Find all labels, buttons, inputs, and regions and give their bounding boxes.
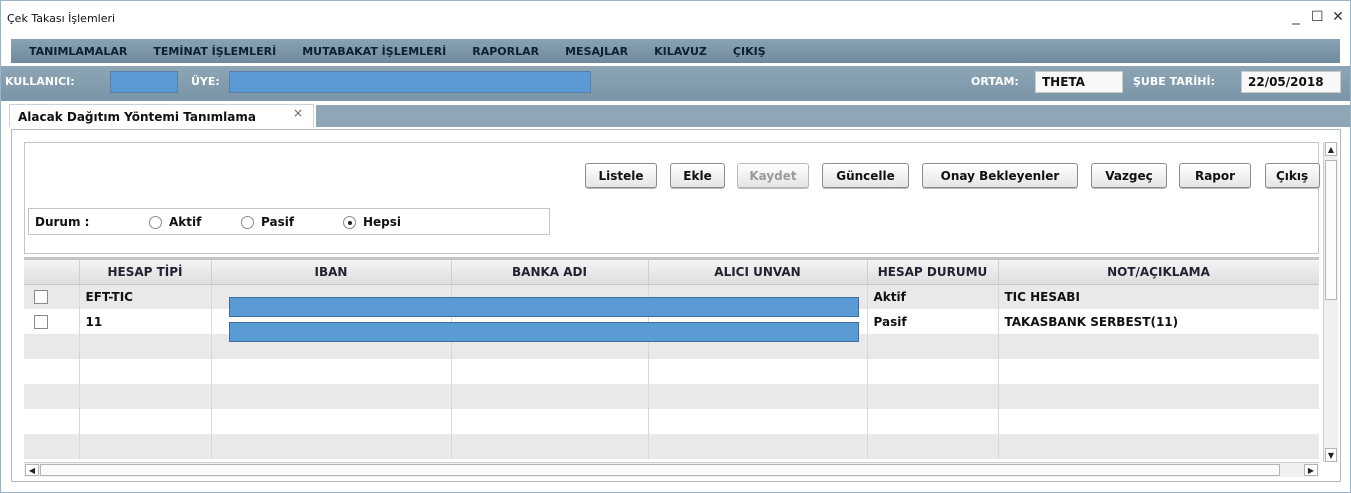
row-checkbox[interactable] — [34, 290, 48, 304]
horizontal-scrollbar[interactable]: ◀ ▶ — [24, 462, 1319, 477]
status-filter: Durum : Aktif Pasif Hepsi — [28, 208, 550, 235]
add-button[interactable]: Ekle — [670, 163, 725, 188]
cell-hesap-tipi: EFT-TIC — [79, 284, 212, 309]
menu-teminat-islemleri[interactable]: TEMİNAT İŞLEMLERİ — [153, 45, 276, 58]
branch-date-label: ŞUBE TARİHİ: — [1133, 75, 1216, 88]
env-label: ORTAM: — [971, 75, 1019, 88]
menu-mutabakat-islemleri[interactable]: MUTABAKAT İŞLEMLERİ — [302, 45, 446, 58]
menu-tanimlamalar[interactable]: TANIMLAMALAR — [29, 45, 127, 58]
save-button[interactable]: Kaydet — [737, 163, 809, 188]
cell-not: TAKASBANK SERBEST(11) — [998, 309, 1319, 334]
pending-approvals-button[interactable]: Onay Bekleyenler — [922, 163, 1078, 188]
col-header-iban[interactable]: IBAN — [211, 260, 452, 285]
radio-label: Pasif — [261, 215, 295, 229]
member-field — [229, 71, 591, 93]
scroll-right-icon[interactable]: ▶ — [1304, 464, 1318, 476]
col-header-banka-adi[interactable]: BANKA ADI — [451, 260, 649, 285]
title-bar: Çek Takası İşlemleri _ ☐ ✕ — [1, 1, 1350, 35]
radio-pasif[interactable]: Pasif — [241, 215, 294, 229]
menu-kilavuz[interactable]: KILAVUZ — [654, 45, 707, 58]
col-header-not-aciklama[interactable]: NOT/AÇIKLAMA — [998, 260, 1319, 285]
status-filter-label: Durum : — [35, 215, 90, 229]
tab-label: Alacak Dağıtım Yöntemi Tanımlama — [18, 110, 256, 124]
cell-hesap-durumu: Pasif — [867, 309, 999, 334]
report-button[interactable]: Rapor — [1179, 163, 1251, 188]
radio-circle[interactable] — [241, 215, 254, 229]
user-label: KULLANICI: — [5, 75, 75, 88]
env-field: THETA — [1035, 71, 1123, 93]
scroll-up-icon[interactable]: ▲ — [1325, 142, 1337, 156]
user-info-bar: KULLANICI: ÜYE: ORTAM: THETA ŞUBE TARİHİ… — [1, 66, 1350, 98]
branch-date-field: 22/05/2018 — [1241, 71, 1341, 93]
tab-strip: Alacak Dağıtım Yöntemi Tanımlama × — [1, 98, 1350, 127]
tab-alacak-dagitim[interactable]: Alacak Dağıtım Yöntemi Tanımlama × — [9, 104, 314, 127]
radio-aktif[interactable]: Aktif — [149, 215, 201, 229]
grid-header-row: HESAP TİPİ IBAN BANKA ADI ALICI UNVAN HE… — [24, 260, 1319, 285]
tab-close-icon[interactable]: × — [293, 106, 303, 120]
vertical-scrollbar[interactable]: ▲ ▼ — [1323, 142, 1338, 462]
menu-mesajlar[interactable]: MESAJLAR — [565, 45, 628, 58]
form-panel: Listele Ekle Kaydet Güncelle Onay Bekley… — [24, 142, 1320, 254]
col-header-hesap-durumu[interactable]: HESAP DURUMU — [867, 260, 999, 285]
cell-not: TIC HESABI — [998, 284, 1319, 309]
row-checkbox[interactable] — [34, 314, 48, 329]
iban-redacted-block — [229, 297, 859, 317]
scroll-down-icon[interactable]: ▼ — [1325, 448, 1337, 462]
window-controls: _ ☐ ✕ — [1290, 10, 1344, 24]
user-field — [110, 71, 178, 93]
radio-circle[interactable] — [149, 215, 162, 229]
horizontal-scroll-thumb[interactable] — [40, 464, 1280, 476]
radio-label: Aktif — [169, 215, 202, 229]
table-row-empty — [24, 409, 1319, 434]
member-label: ÜYE: — [191, 75, 220, 88]
table-row-empty — [24, 384, 1319, 409]
minimize-icon[interactable]: _ — [1290, 10, 1302, 24]
radio-hepsi[interactable]: Hepsi — [343, 215, 401, 229]
vertical-scroll-thumb[interactable] — [1325, 160, 1337, 300]
iban-redacted-block — [229, 322, 859, 342]
scroll-left-icon[interactable]: ◀ — [25, 464, 39, 476]
cancel-button[interactable]: Vazgeç — [1091, 163, 1167, 188]
menu-cikis[interactable]: ÇIKIŞ — [733, 45, 766, 58]
main-content: Listele Ekle Kaydet Güncelle Onay Bekley… — [11, 129, 1341, 482]
window-title: Çek Takası İşlemleri — [7, 11, 116, 25]
radio-circle-selected[interactable] — [343, 215, 356, 229]
exit-button[interactable]: Çıkış — [1265, 163, 1320, 188]
menu-bar: TANIMLAMALAR TEMİNAT İŞLEMLERİ MUTABAKAT… — [11, 39, 1340, 63]
col-header-alici-unvan[interactable]: ALICI UNVAN — [648, 260, 868, 285]
cell-hesap-durumu: Aktif — [867, 284, 999, 309]
col-header-hesap-tipi[interactable]: HESAP TİPİ — [79, 260, 212, 285]
maximize-icon[interactable]: ☐ — [1311, 10, 1324, 24]
close-icon[interactable]: ✕ — [1332, 10, 1344, 24]
cell-hesap-tipi: 11 — [79, 309, 212, 334]
table-row-empty — [24, 359, 1319, 384]
col-header-select — [24, 260, 80, 285]
data-grid: HESAP TİPİ IBAN BANKA ADI ALICI UNVAN HE… — [24, 257, 1319, 462]
update-button[interactable]: Güncelle — [822, 163, 909, 188]
app-window: Çek Takası İşlemleri _ ☐ ✕ TANIMLAMALAR … — [0, 0, 1351, 493]
list-button[interactable]: Listele — [585, 163, 657, 188]
table-row-empty — [24, 434, 1319, 459]
menu-raporlar[interactable]: RAPORLAR — [472, 45, 539, 58]
radio-label: Hepsi — [363, 215, 402, 229]
